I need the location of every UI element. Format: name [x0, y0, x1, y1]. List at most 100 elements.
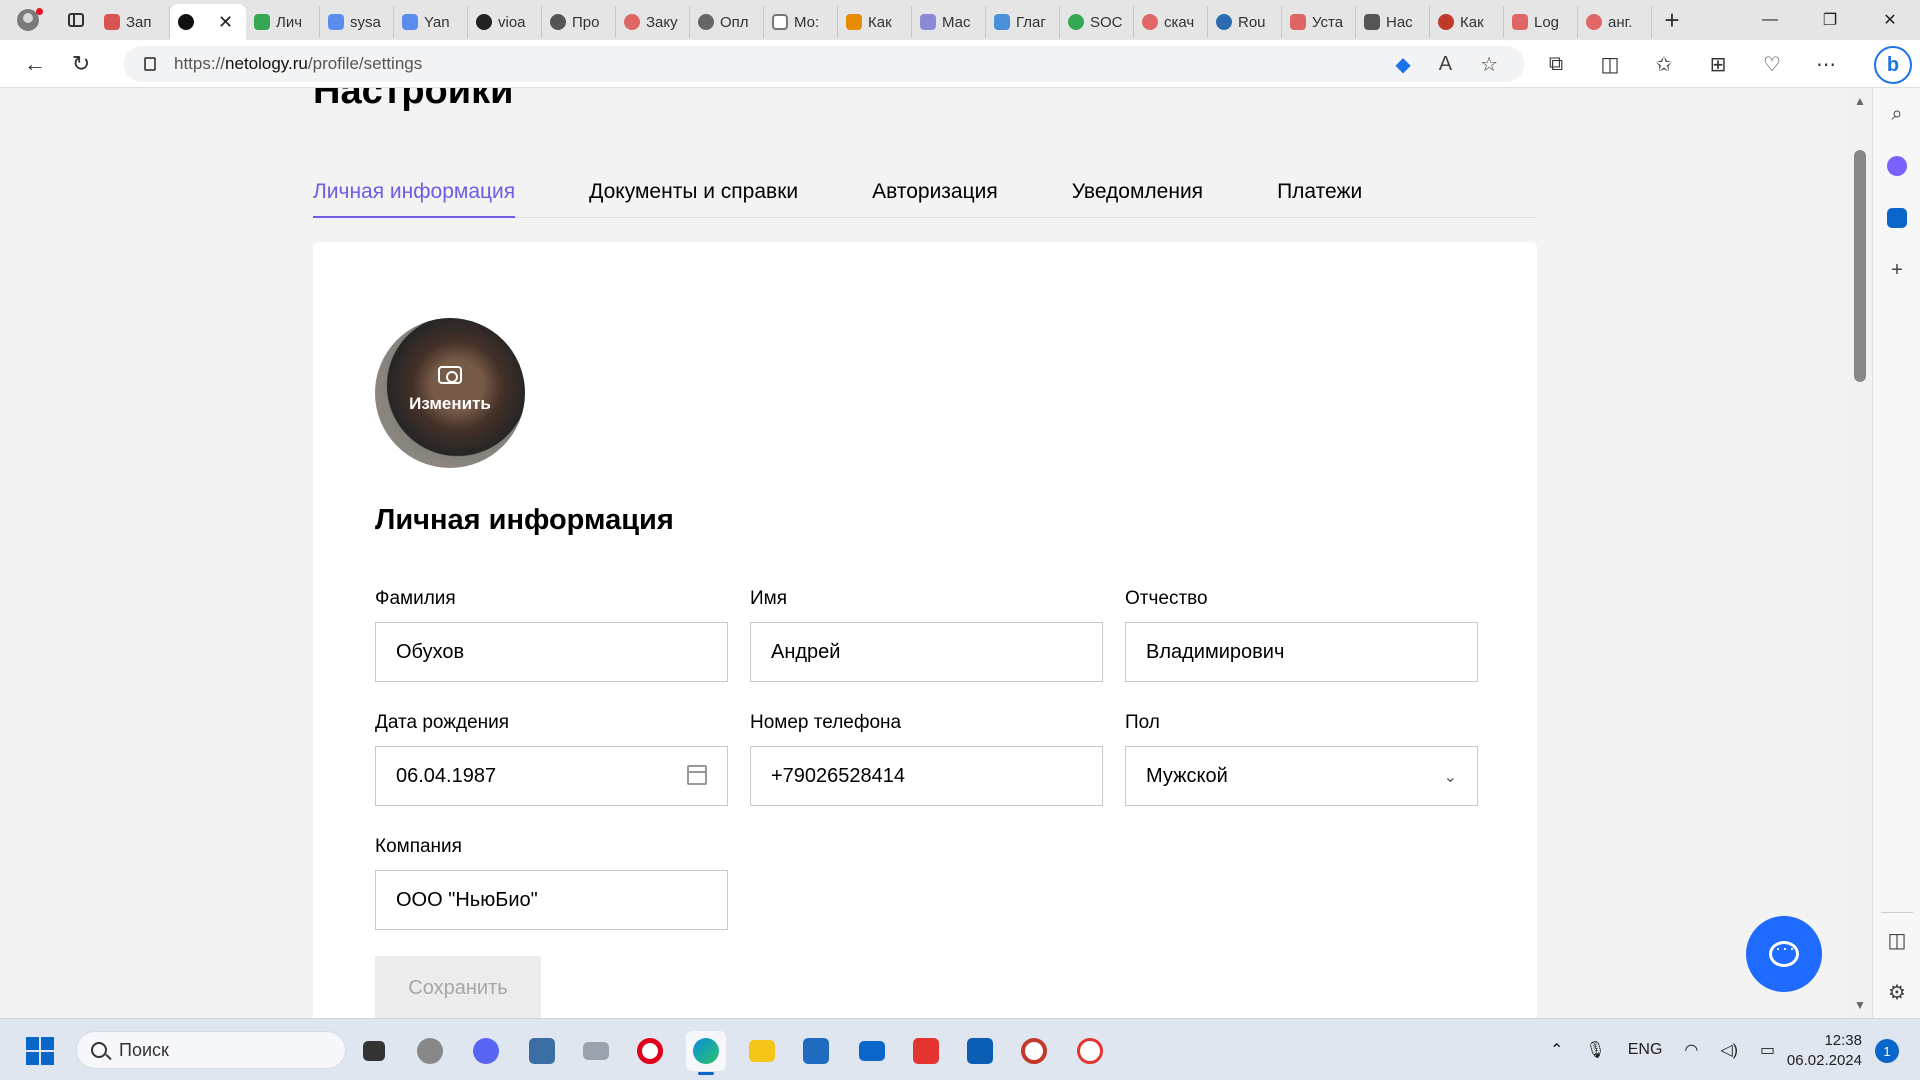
gender-select[interactable]: Мужской ⌄ [1125, 746, 1478, 806]
extensions-icon[interactable]: ⧉ [1536, 44, 1576, 84]
browser-tab-active[interactable]: ✕ [170, 4, 246, 40]
volume-icon[interactable]: ◁) [1720, 1040, 1738, 1060]
sidebar-settings-icon[interactable]: ⚙ [1873, 966, 1920, 1018]
tab-personal-info[interactable]: Личная информация [313, 168, 516, 218]
taskbar-clock[interactable]: 12:38 06.02.2024 [1780, 1031, 1862, 1071]
chat-support-button[interactable] [1746, 916, 1822, 992]
browser-tab[interactable]: Как [838, 6, 912, 38]
sidebar-search-icon[interactable]: ⌕ [1873, 88, 1920, 140]
microsoft-store-icon[interactable] [796, 1031, 836, 1071]
browser-tab[interactable]: скач [1134, 6, 1208, 38]
battery-icon[interactable]: ▭ [1760, 1040, 1775, 1060]
language-indicator[interactable]: ENG [1628, 1041, 1663, 1059]
show-hidden-icons-icon[interactable]: ⌃ [1550, 1040, 1563, 1060]
close-tab-icon[interactable]: ✕ [218, 12, 233, 33]
lock-icon[interactable] [144, 57, 156, 71]
browser-tab[interactable]: Как [1430, 6, 1504, 38]
save-button[interactable]: Сохранить [375, 956, 541, 1018]
yandex-icon[interactable] [906, 1031, 946, 1071]
network-app-icon[interactable] [522, 1031, 562, 1071]
notification-badge[interactable]: 1 [1875, 1039, 1899, 1063]
sidebar-add-icon[interactable]: + [1873, 244, 1920, 296]
first-name-value: Андрей [771, 640, 841, 663]
browser-tab[interactable]: Уста [1282, 6, 1356, 38]
browser-tab[interactable]: Log [1504, 6, 1578, 38]
refresh-button[interactable]: ↻ [58, 44, 104, 84]
last-name-field[interactable]: Обухов [375, 622, 728, 682]
discord-icon[interactable] [466, 1031, 506, 1071]
back-button[interactable]: ← [12, 44, 58, 84]
browser-tab[interactable]: Про [542, 6, 616, 38]
app-icon[interactable] [1014, 1031, 1054, 1071]
keyboard-app-icon[interactable] [576, 1031, 616, 1071]
scrollbar-thumb[interactable] [1854, 150, 1866, 382]
mail-icon[interactable] [852, 1031, 892, 1071]
sidebar-copilot-icon[interactable] [1873, 140, 1920, 192]
change-avatar-label[interactable]: Изменить [375, 394, 525, 414]
tab-payments[interactable]: Платежи [1277, 168, 1362, 218]
collections-icon[interactable]: ⊞ [1698, 44, 1738, 84]
tab-favicon-icon [846, 14, 862, 30]
chevron-down-icon: ⌄ [1443, 769, 1457, 786]
page-title: Настройки [313, 88, 514, 112]
close-window-button[interactable]: ✕ [1860, 0, 1920, 40]
maximize-button[interactable]: ❐ [1800, 0, 1860, 40]
browser-tab[interactable]: Rou [1208, 6, 1282, 38]
copilot-icon[interactable]: b [1874, 46, 1912, 84]
browser-tab[interactable]: Нас [1356, 6, 1430, 38]
scroll-up-arrow-icon[interactable]: ▲ [1854, 94, 1866, 108]
browser-tab[interactable]: Мас [912, 6, 986, 38]
tab-notifications[interactable]: Уведомления [1072, 168, 1203, 218]
page-scrollbar[interactable]: ▲ ▼ [1848, 88, 1872, 1018]
tab-actions-icon [68, 13, 84, 27]
shopping-tag-icon[interactable]: ◆ [1395, 52, 1410, 77]
opera-icon[interactable] [630, 1031, 670, 1071]
new-tab-button[interactable]: + [1652, 0, 1692, 40]
browser-tab[interactable]: Глаг [986, 6, 1060, 38]
scroll-down-arrow-icon[interactable]: ▼ [1854, 998, 1866, 1012]
profile-avatar[interactable] [0, 0, 56, 40]
browser-tab[interactable]: анг. [1578, 6, 1652, 38]
tab-authorization[interactable]: Авторизация [872, 168, 998, 218]
browser-tab[interactable]: Лич [246, 6, 320, 38]
sidebar-hide-icon[interactable]: ◫ [1873, 914, 1920, 966]
birth-date-field[interactable]: 06.04.1987 [375, 746, 728, 806]
settings-more-icon[interactable]: ⋯ [1806, 44, 1846, 84]
read-aloud-icon[interactable]: A [1439, 53, 1452, 76]
sidebar-outlook-icon[interactable] [1873, 192, 1920, 244]
browser-tab[interactable]: Заку [616, 6, 690, 38]
app-icon[interactable] [410, 1031, 450, 1071]
microphone-icon[interactable]: 🎙 [1585, 1040, 1605, 1060]
task-view-icon[interactable] [354, 1031, 394, 1071]
calendar-icon[interactable] [687, 765, 707, 785]
edge-icon[interactable] [686, 1031, 726, 1075]
patronymic-field[interactable]: Владимирович [1125, 622, 1478, 682]
browser-tab[interactable]: Yan [394, 6, 468, 38]
browser-essentials-icon[interactable]: ♡ [1752, 44, 1792, 84]
browser-tab[interactable]: Мо: [764, 6, 838, 38]
browser-tab[interactable]: sysa [320, 6, 394, 38]
avatar[interactable]: Изменить [375, 318, 525, 468]
browser-tab[interactable]: Опл [690, 6, 764, 38]
split-screen-icon[interactable]: ◫ [1590, 44, 1630, 84]
company-value: ООО "НьюБио" [396, 888, 538, 911]
minimize-button[interactable]: — [1740, 0, 1800, 40]
taskbar-search[interactable]: Поиск [76, 1031, 346, 1069]
phone-field[interactable]: +79026528414 [750, 746, 1103, 806]
address-bar[interactable]: https://netology.ru/profile/settings ◆ A… [124, 46, 1524, 82]
yandex-browser-icon[interactable] [1070, 1031, 1110, 1071]
tab-favicon-icon [1216, 14, 1232, 30]
browser-tab[interactable]: SOC [1060, 6, 1134, 38]
company-field[interactable]: ООО "НьюБио" [375, 870, 728, 930]
file-explorer-icon[interactable] [742, 1031, 782, 1071]
outlook-icon[interactable] [960, 1031, 1000, 1071]
favorite-star-icon[interactable]: ☆ [1480, 52, 1498, 77]
browser-tab[interactable]: vioa [468, 6, 542, 38]
wifi-icon[interactable]: ◠ [1684, 1040, 1698, 1060]
first-name-field[interactable]: Андрей [750, 622, 1103, 682]
favorites-icon[interactable]: ✩ [1644, 44, 1684, 84]
browser-tab[interactable]: Зап [96, 6, 170, 38]
tab-documents[interactable]: Документы и справки [589, 168, 798, 218]
windows-start-icon[interactable] [26, 1037, 54, 1065]
tab-actions-button[interactable] [56, 0, 96, 40]
